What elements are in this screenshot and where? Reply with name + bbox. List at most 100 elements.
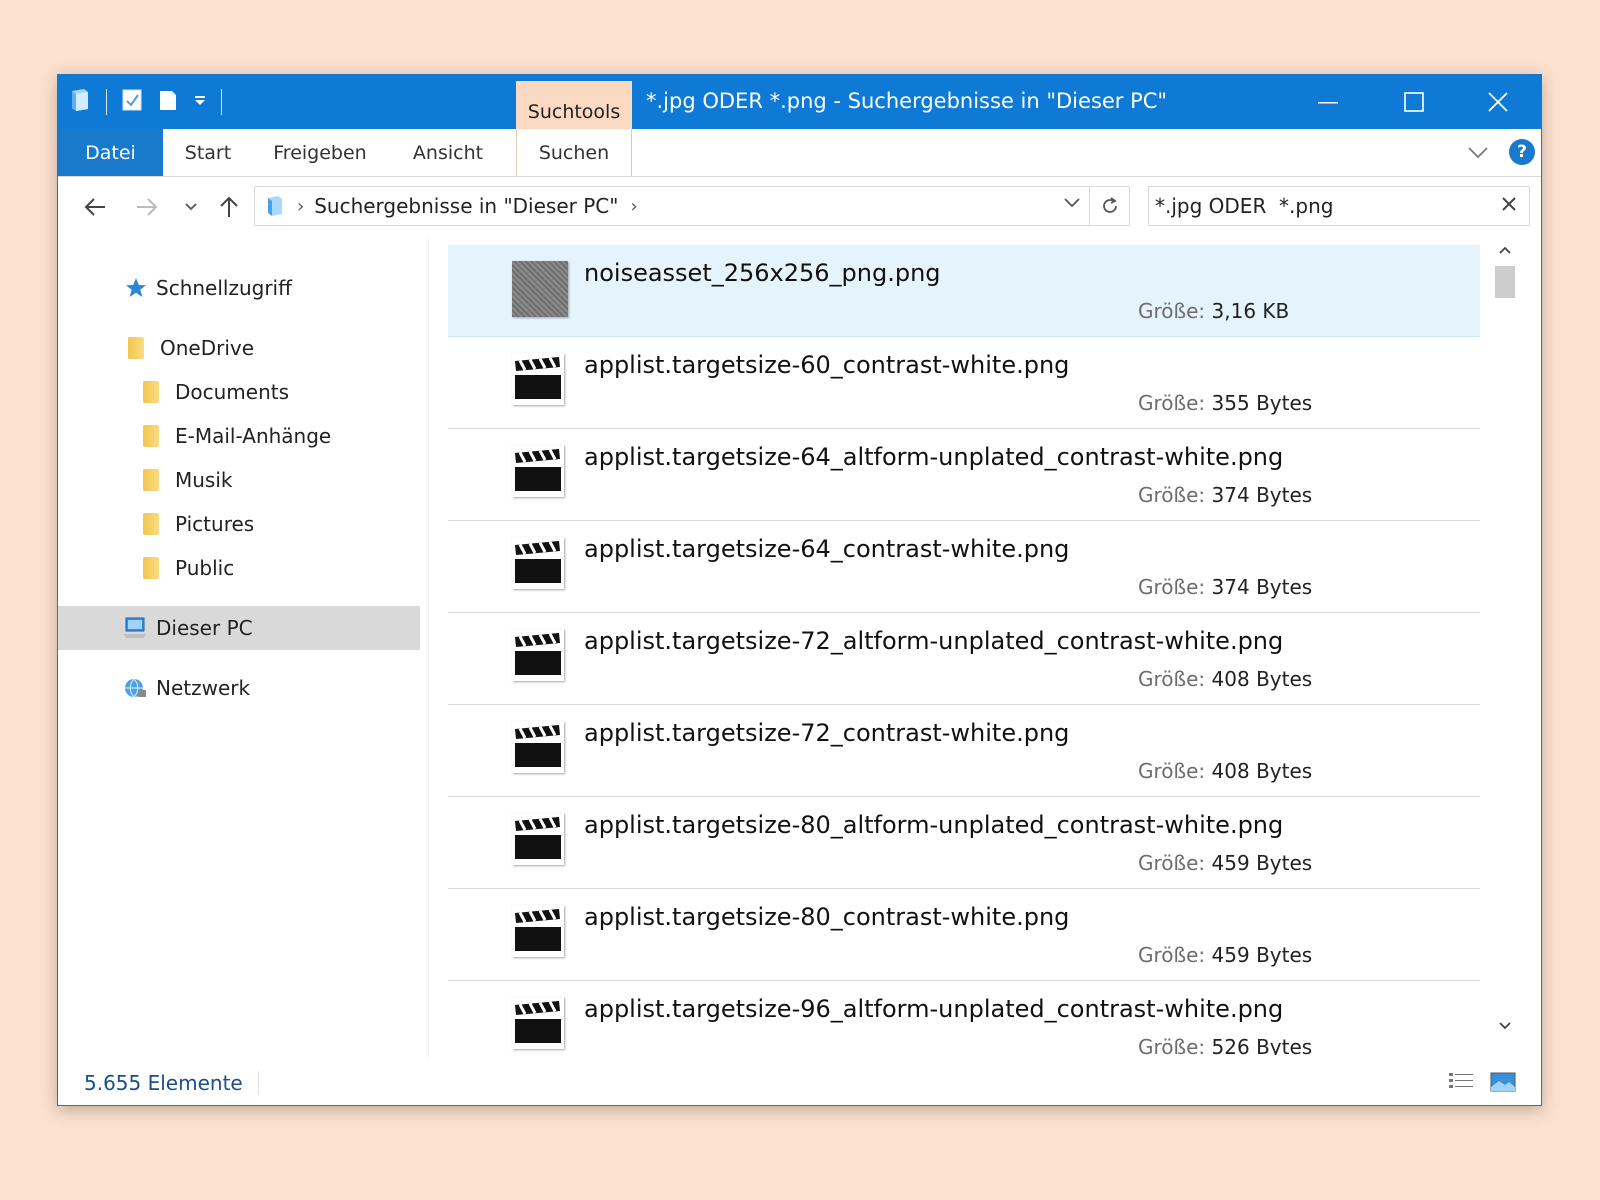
result-row[interactable]: applist.targetsize-72_altform-unplated_c… xyxy=(448,613,1480,705)
large-icons-view-button[interactable] xyxy=(1489,1069,1517,1095)
file-size: Größe: 408 Bytes xyxy=(1138,759,1313,783)
maximize-button[interactable] xyxy=(1371,75,1457,129)
clapperboard-icon xyxy=(512,905,568,961)
file-name: applist.targetsize-60_contrast-white.png xyxy=(584,351,1070,379)
file-size: Größe: 459 Bytes xyxy=(1138,851,1313,875)
file-name: applist.targetsize-72_contrast-white.png xyxy=(584,719,1070,747)
nav-item-dieser-pc[interactable]: Dieser PC xyxy=(58,606,420,650)
result-row[interactable]: applist.targetsize-96_altform-unplated_c… xyxy=(448,981,1480,1055)
clapperboard-icon xyxy=(512,721,568,777)
file-size: Größe: 374 Bytes xyxy=(1138,575,1313,599)
navigation-pane: Schnellzugriff OneDrive Documents E-Mail… xyxy=(58,238,420,1058)
item-count: 5.655 Elemente xyxy=(84,1071,243,1095)
result-row[interactable]: applist.targetsize-64_contrast-white.png… xyxy=(448,521,1480,613)
scroll-down-button[interactable] xyxy=(1490,1014,1520,1038)
search-query: *.jpg ODER *.png xyxy=(1155,194,1334,218)
tab-start[interactable]: Start xyxy=(176,129,240,176)
file-name: applist.targetsize-72_altform-unplated_c… xyxy=(584,627,1284,655)
maximize-icon xyxy=(1404,92,1424,112)
nav-item-public[interactable]: Public xyxy=(58,546,420,590)
recent-locations-button[interactable] xyxy=(174,190,208,224)
clear-search-icon[interactable] xyxy=(1501,193,1517,217)
result-row[interactable]: applist.targetsize-60_contrast-white.png… xyxy=(448,337,1480,429)
close-icon xyxy=(1488,92,1508,112)
computer-icon xyxy=(122,616,148,640)
chevron-down-icon xyxy=(1499,1022,1511,1030)
result-row[interactable]: applist.targetsize-72_contrast-white.png… xyxy=(448,705,1480,797)
window-title: *.jpg ODER *.png - Suchergebnisse in "Di… xyxy=(646,89,1168,113)
nav-item-pictures[interactable]: Pictures xyxy=(58,502,420,546)
pane-divider[interactable] xyxy=(428,238,429,1058)
quick-access-toolbar xyxy=(68,87,222,117)
clapperboard-icon xyxy=(512,629,568,685)
file-name: noiseasset_256x256_png.png xyxy=(584,259,941,287)
back-button[interactable] xyxy=(78,190,112,224)
nav-item-schnellzugriff[interactable]: Schnellzugriff xyxy=(58,266,420,310)
tab-suchen[interactable]: Suchen xyxy=(516,129,632,176)
nav-item-onedrive[interactable]: OneDrive xyxy=(58,326,420,370)
close-button[interactable] xyxy=(1455,75,1541,129)
chevron-up-icon xyxy=(1499,246,1511,254)
file-name: applist.targetsize-64_contrast-white.png xyxy=(584,535,1070,563)
network-icon xyxy=(122,676,148,700)
file-name: applist.targetsize-64_altform-unplated_c… xyxy=(584,443,1284,471)
details-view-button[interactable] xyxy=(1447,1069,1475,1095)
arrow-left-icon xyxy=(84,198,105,216)
details-view-icon xyxy=(1449,1073,1473,1088)
nav-item-documents[interactable]: Documents xyxy=(58,370,420,414)
address-bar[interactable]: › Suchergebnisse in "Dieser PC" › xyxy=(254,186,1090,226)
result-row[interactable]: applist.targetsize-64_altform-unplated_c… xyxy=(448,429,1480,521)
file-size: Größe: 526 Bytes xyxy=(1138,1035,1313,1055)
nav-item-netzwerk[interactable]: Netzwerk xyxy=(58,666,420,710)
minimize-icon xyxy=(1318,102,1338,104)
ribbon-expand-icon[interactable] xyxy=(1467,141,1489,167)
clapperboard-icon xyxy=(512,997,568,1053)
result-row[interactable]: noiseasset_256x256_png.png Größe: 3,16 K… xyxy=(448,245,1480,337)
vertical-scrollbar[interactable] xyxy=(1490,238,1520,1058)
folder-icon xyxy=(128,337,144,359)
nav-item-musik[interactable]: Musik xyxy=(58,458,420,502)
up-button[interactable] xyxy=(212,190,246,224)
forward-button[interactable] xyxy=(130,190,164,224)
file-name: applist.targetsize-80_contrast-white.png xyxy=(584,903,1070,931)
search-input[interactable]: *.jpg ODER *.png xyxy=(1148,186,1530,226)
scroll-up-button[interactable] xyxy=(1490,238,1520,262)
title-bar: Suchtools *.jpg ODER *.png - Suchergebni… xyxy=(58,75,1541,129)
refresh-button[interactable] xyxy=(1090,186,1130,226)
file-size: Größe: 355 Bytes xyxy=(1138,391,1313,415)
breadcrumb-separator-icon[interactable]: › xyxy=(630,196,637,217)
explorer-app-icon[interactable] xyxy=(68,87,92,117)
breadcrumb-separator-icon[interactable]: › xyxy=(297,196,304,217)
context-tab-search-tools: Suchtools xyxy=(516,81,632,129)
scrollbar-thumb[interactable] xyxy=(1495,266,1515,298)
search-results-list: noiseasset_256x256_png.png Größe: 3,16 K… xyxy=(448,245,1480,1055)
status-separator xyxy=(258,1071,259,1095)
folder-icon xyxy=(143,381,159,403)
qat-dropdown-icon[interactable] xyxy=(193,93,207,112)
ribbon-tabs: Datei Start Freigeben Ansicht Suchen ? xyxy=(58,129,1541,177)
chevron-down-icon xyxy=(1064,198,1080,208)
file-name: applist.targetsize-96_altform-unplated_c… xyxy=(584,995,1284,1023)
file-size: Größe: 408 Bytes xyxy=(1138,667,1313,691)
clapperboard-icon xyxy=(512,353,568,409)
result-row[interactable]: applist.targetsize-80_contrast-white.png… xyxy=(448,889,1480,981)
arrow-right-icon xyxy=(137,198,158,216)
properties-icon[interactable] xyxy=(121,88,143,116)
help-button[interactable]: ? xyxy=(1509,139,1535,165)
file-size: Größe: 374 Bytes xyxy=(1138,483,1313,507)
minimize-button[interactable] xyxy=(1285,75,1371,129)
clapperboard-icon xyxy=(512,813,568,869)
folder-icon xyxy=(143,425,159,447)
new-folder-icon[interactable] xyxy=(157,88,179,116)
status-bar: 5.655 Elemente xyxy=(58,1063,1541,1105)
tab-ansicht[interactable]: Ansicht xyxy=(406,129,490,176)
result-row[interactable]: applist.targetsize-80_altform-unplated_c… xyxy=(448,797,1480,889)
folder-icon xyxy=(143,557,159,579)
nav-item-email-attachments[interactable]: E-Mail-Anhänge xyxy=(58,414,420,458)
breadcrumb-search-results[interactable]: Suchergebnisse in "Dieser PC" xyxy=(314,194,618,218)
address-history-button[interactable] xyxy=(1063,193,1081,216)
image-thumbnail xyxy=(512,261,568,317)
tab-freigeben[interactable]: Freigeben xyxy=(272,129,368,176)
qat-separator xyxy=(106,89,107,115)
tab-datei[interactable]: Datei xyxy=(58,129,163,176)
